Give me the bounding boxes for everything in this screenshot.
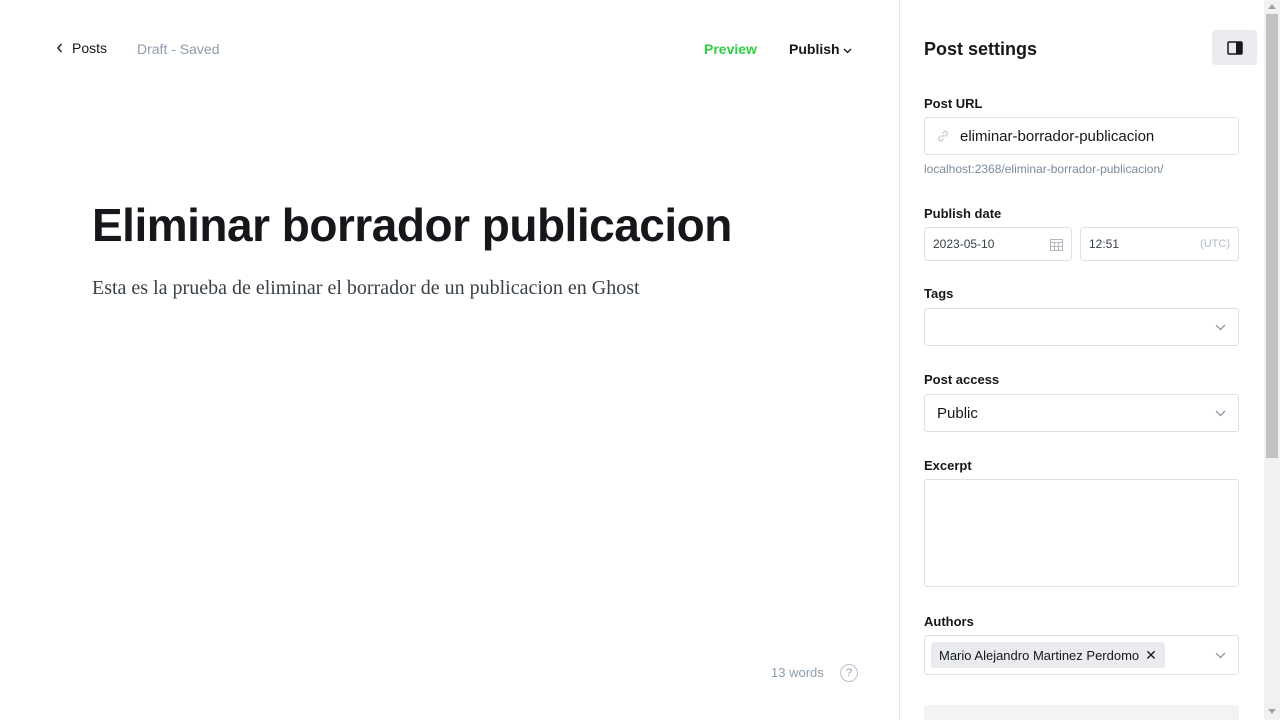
publish-time-value: 12:51 (1089, 237, 1120, 251)
preview-button[interactable]: Preview (704, 41, 757, 57)
post-url-hint: localhost:2368/eliminar-borrador-publica… (924, 162, 1164, 176)
post-url-label: Post URL (924, 96, 983, 111)
publish-date-label: Publish date (924, 206, 1002, 221)
next-settings-section[interactable] (924, 705, 1239, 720)
post-access-label: Post access (924, 372, 1000, 387)
chevron-down-icon (1215, 324, 1226, 330)
author-name: Mario Alejandro Martinez Perdomo (939, 647, 1140, 663)
sidebar-toggle-icon (1226, 40, 1243, 55)
post-access-select[interactable]: Public (924, 394, 1239, 432)
publish-date-field[interactable]: 2023-05-10 (924, 227, 1072, 261)
help-icon[interactable]: ? (840, 664, 858, 682)
post-settings-sidebar: Post settings Post URL localhost:2368/el… (899, 0, 1264, 720)
scroll-down-arrow-icon[interactable] (1268, 709, 1276, 714)
chevron-down-icon (1215, 652, 1226, 658)
publish-label: Publish (789, 41, 840, 57)
settings-title: Post settings (924, 39, 1038, 59)
publish-button[interactable]: Publish (789, 41, 852, 57)
chevron-down-icon (843, 48, 852, 53)
post-url-input[interactable] (960, 127, 1220, 145)
authors-select[interactable]: Mario Alejandro Martinez Perdomo ✕ (924, 635, 1239, 675)
tags-label: Tags (924, 286, 954, 301)
back-to-posts-link[interactable]: Posts (56, 40, 107, 56)
post-title[interactable]: Eliminar borrador publicacion (92, 198, 732, 252)
authors-label: Authors (924, 614, 974, 629)
publish-time-field[interactable]: 12:51 (UTC) (1080, 227, 1239, 261)
editor-pane: Posts Draft - Saved Preview Publish Elim… (0, 0, 899, 720)
close-icon[interactable]: ✕ (1145, 647, 1157, 664)
chevron-left-icon (57, 43, 63, 53)
post-body[interactable]: Esta es la prueba de eliminar el borrado… (92, 277, 640, 300)
post-access-value: Public (937, 404, 978, 422)
post-status: Draft - Saved (137, 41, 220, 57)
editor-topbar: Posts Draft - Saved Preview Publish (0, 0, 899, 98)
sidebar-toggle-button[interactable] (1212, 30, 1257, 65)
author-chip: Mario Alejandro Martinez Perdomo ✕ (931, 642, 1165, 668)
calendar-icon (1050, 238, 1063, 251)
excerpt-textarea[interactable] (924, 479, 1239, 587)
post-url-field[interactable] (924, 117, 1239, 155)
page-scrollbar[interactable] (1264, 0, 1280, 720)
tags-select[interactable] (924, 308, 1239, 346)
chevron-down-icon (1215, 410, 1226, 416)
timezone-label: (UTC) (1200, 238, 1230, 250)
link-icon (937, 130, 949, 142)
word-count: 13 words (771, 665, 824, 680)
excerpt-label: Excerpt (924, 458, 972, 473)
scrollbar-thumb[interactable] (1266, 14, 1278, 458)
scroll-up-arrow-icon[interactable] (1268, 4, 1276, 9)
publish-date-value: 2023-05-10 (933, 237, 995, 251)
back-label: Posts (72, 40, 108, 56)
